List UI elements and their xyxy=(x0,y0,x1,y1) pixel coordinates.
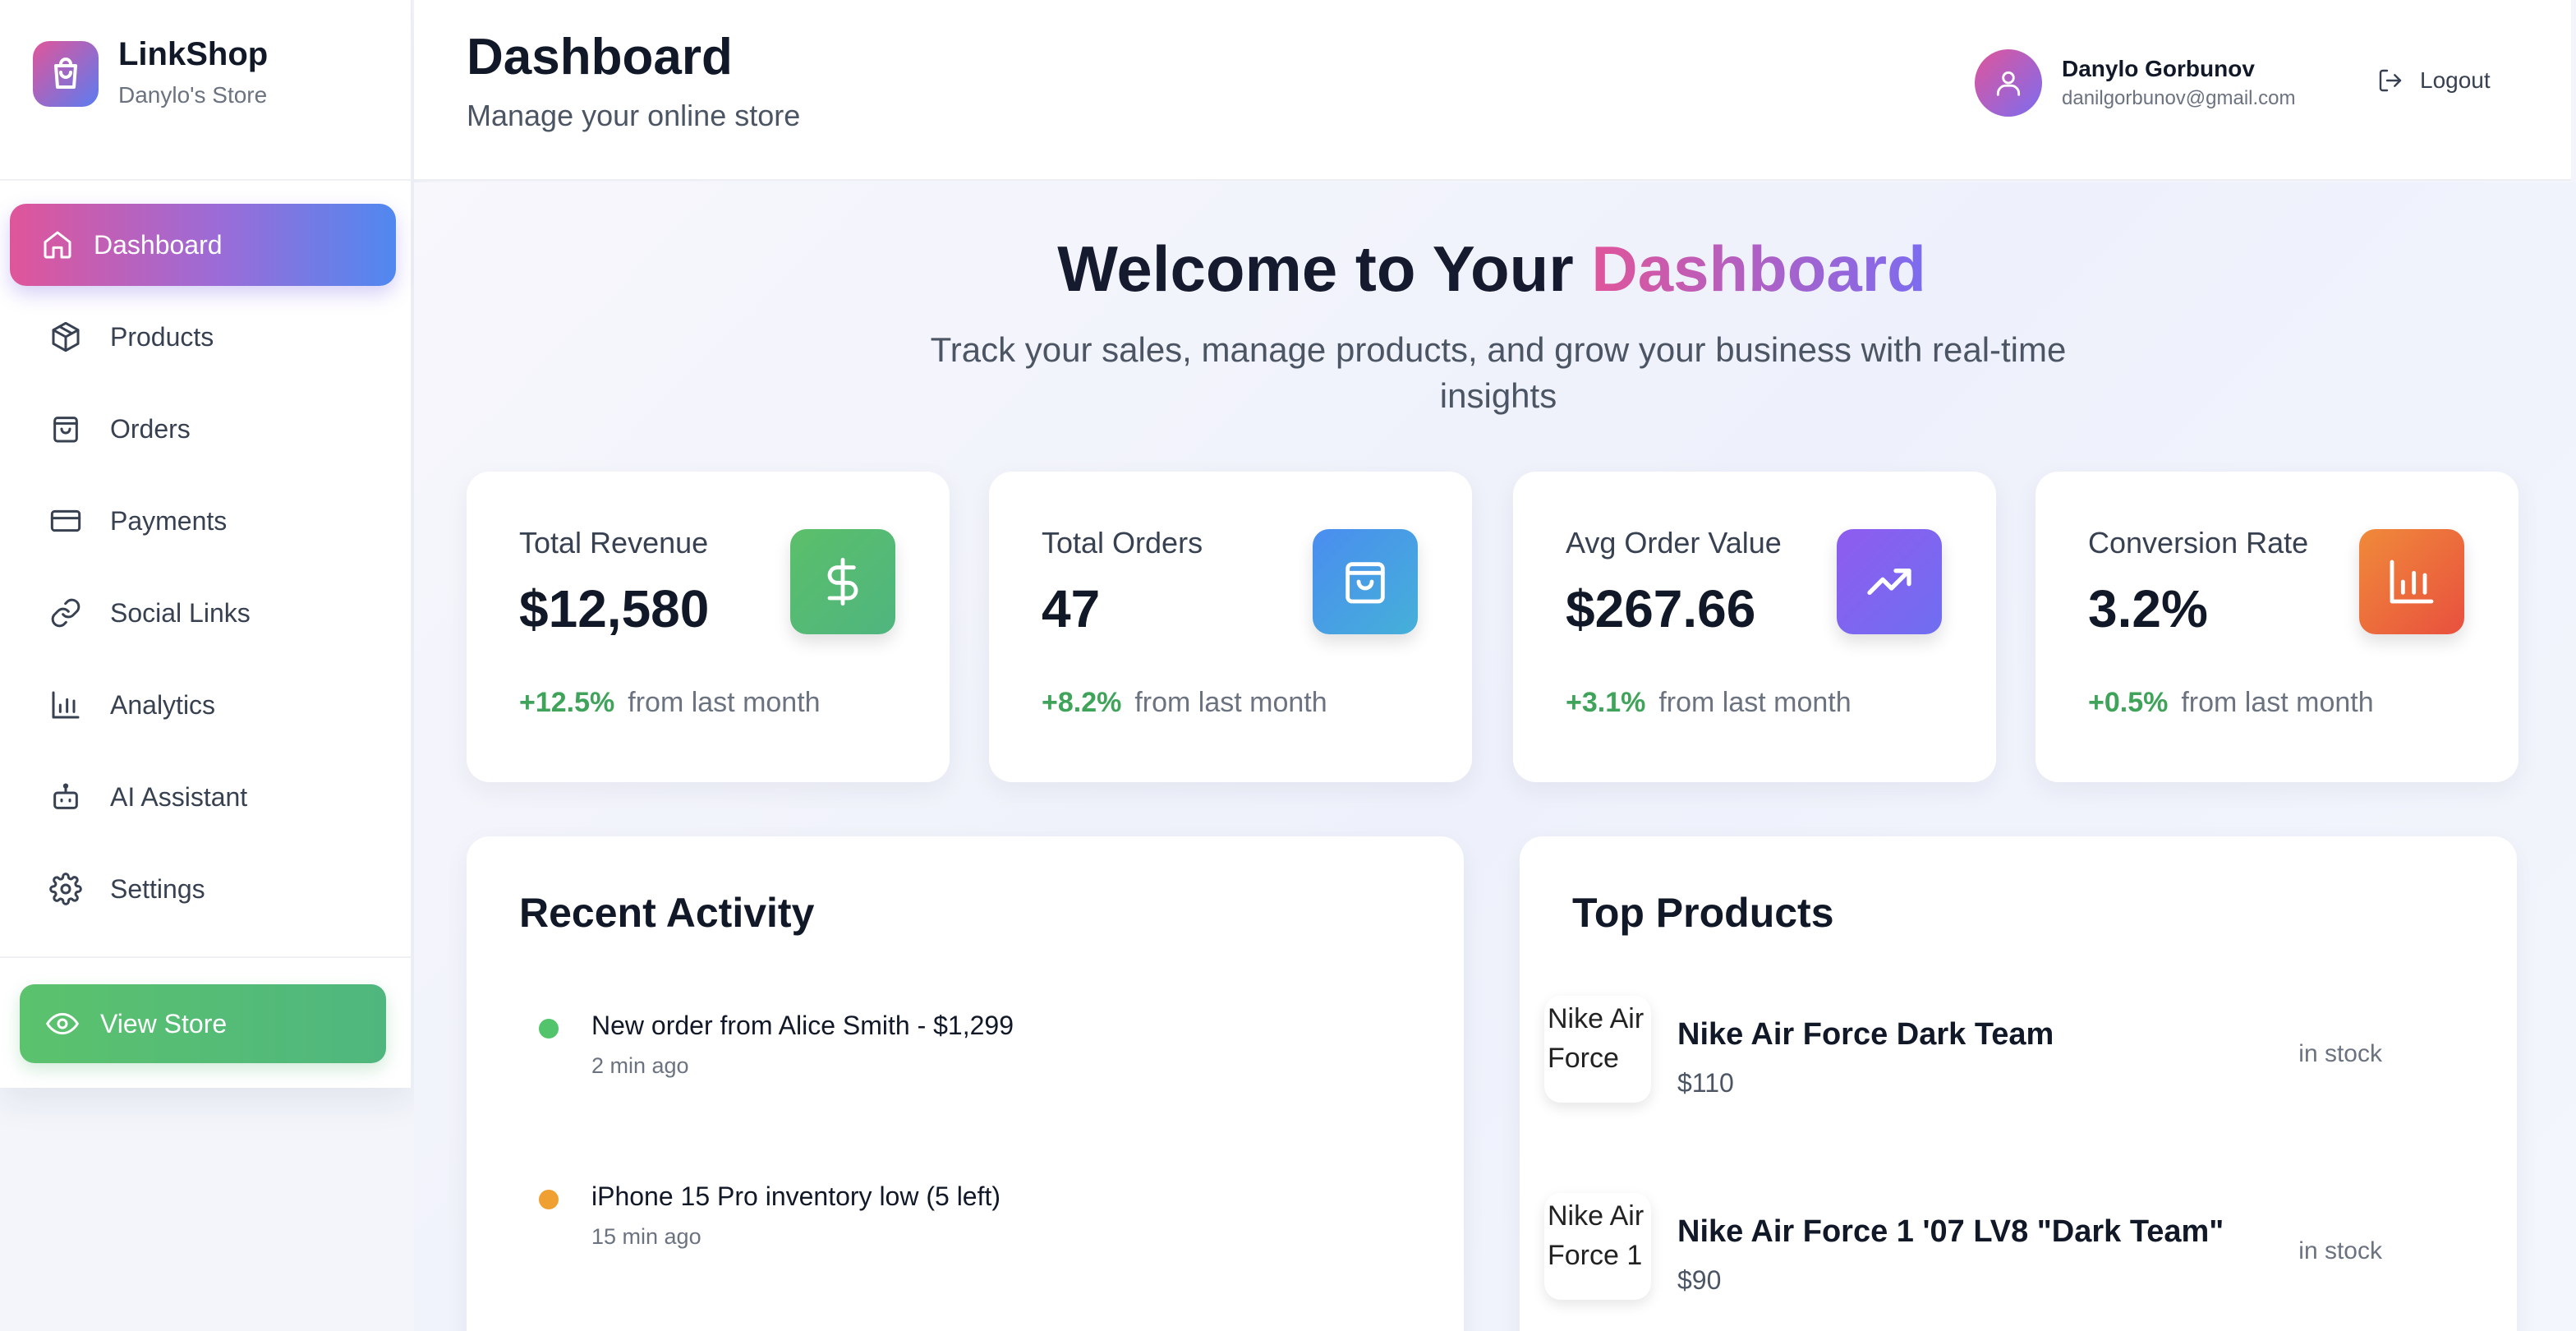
gear-icon xyxy=(48,871,84,907)
logout-label: Logout xyxy=(2420,67,2491,93)
product-name: Nike Air Force 1 '07 LV8 "Dark Team" xyxy=(1677,1214,2224,1249)
stock-badge: in stock xyxy=(2298,1040,2382,1067)
sidebar-item-label: Dashboard xyxy=(94,229,223,260)
sidebar: LinkShop Danylo's Store Dashboard Produc… xyxy=(0,0,412,1088)
product-row[interactable]: Nike Air Force Nike Air Force Dark Team … xyxy=(1544,996,2382,1111)
sidebar-item-label: Settings xyxy=(110,873,205,904)
sidebar-item-payments[interactable]: Payments xyxy=(10,480,396,562)
shopping-bag-icon xyxy=(33,41,99,107)
eye-icon xyxy=(44,1006,80,1042)
home-icon xyxy=(39,227,76,263)
stat-label: Total Orders xyxy=(1042,526,1203,560)
top-products-panel: Top Products Nike Air Force Nike Air For… xyxy=(1520,836,2517,1331)
user-avatar[interactable] xyxy=(1975,49,2042,117)
sidebar-divider xyxy=(0,956,411,958)
product-row[interactable]: Nike Air Force 1 Nike Air Force 1 '07 LV… xyxy=(1544,1193,2382,1308)
link-icon xyxy=(48,595,84,631)
stat-card-revenue: Total Revenue $12,580 +12.5% from last mo… xyxy=(467,472,950,782)
stat-change-suffix: from last month xyxy=(628,687,821,718)
sidebar-item-orders[interactable]: Orders xyxy=(10,388,396,470)
brand-name: LinkShop xyxy=(118,36,269,72)
user-email: danilgorbunov@gmail.com xyxy=(2062,87,2296,109)
product-name: Nike Air Force Dark Team xyxy=(1677,1017,2054,1052)
stat-label: Avg Order Value xyxy=(1566,526,1782,560)
sidebar-item-settings[interactable]: Settings xyxy=(10,848,396,930)
sidebar-item-analytics[interactable]: Analytics xyxy=(10,664,396,746)
stat-change-value: +0.5% xyxy=(2088,687,2169,718)
activity-text: iPhone 15 Pro inventory low (5 left) xyxy=(591,1181,1001,1211)
sidebar-item-ai-assistant[interactable]: AI Assistant xyxy=(10,756,396,838)
store-name: Danylo's Store xyxy=(118,82,268,108)
stat-value: $267.66 xyxy=(1566,579,1756,638)
sidebar-item-label: Payments xyxy=(110,505,228,536)
product-image: Nike Air Force xyxy=(1544,996,1651,1103)
stat-value: 3.2% xyxy=(2088,579,2208,638)
sidebar-item-label: Analytics xyxy=(110,689,216,720)
logout-button[interactable]: Logout xyxy=(2376,66,2491,95)
sidebar-item-dashboard[interactable]: Dashboard xyxy=(10,204,396,286)
user-icon xyxy=(1996,71,2021,96)
stat-label: Conversion Rate xyxy=(2088,526,2309,560)
product-price: $90 xyxy=(1677,1265,1722,1295)
sidebar-item-products[interactable]: Products xyxy=(10,296,396,378)
sidebar-item-label: Products xyxy=(110,321,214,352)
stat-card-avg-order: Avg Order Value $267.66 +3.1% from last m… xyxy=(1513,472,1996,782)
page-subtitle: Manage your online store xyxy=(467,99,801,132)
stat-change: +0.5% from last month xyxy=(2088,687,2374,719)
status-dot xyxy=(539,1190,559,1209)
stat-change-value: +3.1% xyxy=(1566,687,1646,718)
stat-change: +3.1% from last month xyxy=(1566,687,1852,719)
stat-card-orders: Total Orders 47 +8.2% from last month xyxy=(989,472,1472,782)
activity-text: New order from Alice Smith - $1,299 xyxy=(591,1011,1014,1040)
welcome-subtitle: Track your sales, manage products, and g… xyxy=(930,330,2067,415)
bag-icon xyxy=(48,411,84,447)
stat-card-conversion: Conversion Rate 3.2% +0.5% from last mont… xyxy=(2036,472,2518,782)
credit-card-icon xyxy=(48,503,84,539)
welcome-title-highlight: Dashboard xyxy=(1591,233,1926,305)
status-dot xyxy=(539,1019,559,1039)
stat-change-suffix: from last month xyxy=(1134,687,1327,718)
stat-change: +8.2% from last month xyxy=(1042,687,1327,719)
stat-change-value: +12.5% xyxy=(519,687,615,718)
stat-change-value: +8.2% xyxy=(1042,687,1122,718)
bar-chart-icon xyxy=(2359,529,2464,634)
main-content: Welcome to Your Dashboard Track your sal… xyxy=(414,182,2576,1331)
sidebar-item-label: Social Links xyxy=(110,597,251,628)
stock-badge: in stock xyxy=(2298,1237,2382,1264)
user-name: Danylo Gorbunov xyxy=(2062,56,2255,81)
view-store-button[interactable]: View Store xyxy=(20,984,386,1063)
box-icon xyxy=(48,319,84,355)
stat-value: 47 xyxy=(1042,579,1101,638)
bag-icon xyxy=(1313,529,1418,634)
view-store-label: View Store xyxy=(100,1008,228,1039)
panel-title: Top Products xyxy=(1572,890,1834,936)
logout-icon xyxy=(2376,66,2405,95)
welcome-title-prefix: Welcome to Your xyxy=(1057,233,1592,305)
product-image: Nike Air Force 1 xyxy=(1544,1193,1651,1300)
sidebar-item-label: AI Assistant xyxy=(110,781,248,812)
trending-up-icon xyxy=(1837,529,1942,634)
brand-header: LinkShop Danylo's Store xyxy=(0,0,411,181)
stat-change-suffix: from last month xyxy=(2181,687,2374,718)
stat-value: $12,580 xyxy=(519,579,710,638)
sidebar-item-label: Orders xyxy=(110,413,191,444)
stat-change: +12.5% from last month xyxy=(519,687,821,719)
bar-chart-icon xyxy=(48,687,84,723)
stat-label: Total Revenue xyxy=(519,526,709,560)
top-header: Dashboard Manage your online store Danyl… xyxy=(414,0,2571,181)
dollar-icon xyxy=(790,529,895,634)
product-price: $110 xyxy=(1677,1068,1734,1098)
activity-time: 2 min ago xyxy=(591,1053,689,1078)
stat-change-suffix: from last month xyxy=(1658,687,1852,718)
sidebar-item-social-links[interactable]: Social Links xyxy=(10,572,396,654)
recent-activity-panel: Recent Activity New order from Alice Smi… xyxy=(467,836,1464,1331)
welcome-title: Welcome to Your Dashboard xyxy=(414,232,2569,306)
panel-title: Recent Activity xyxy=(519,890,815,936)
activity-time: 15 min ago xyxy=(591,1224,702,1249)
page-title: Dashboard xyxy=(467,29,733,85)
robot-icon xyxy=(48,779,84,815)
